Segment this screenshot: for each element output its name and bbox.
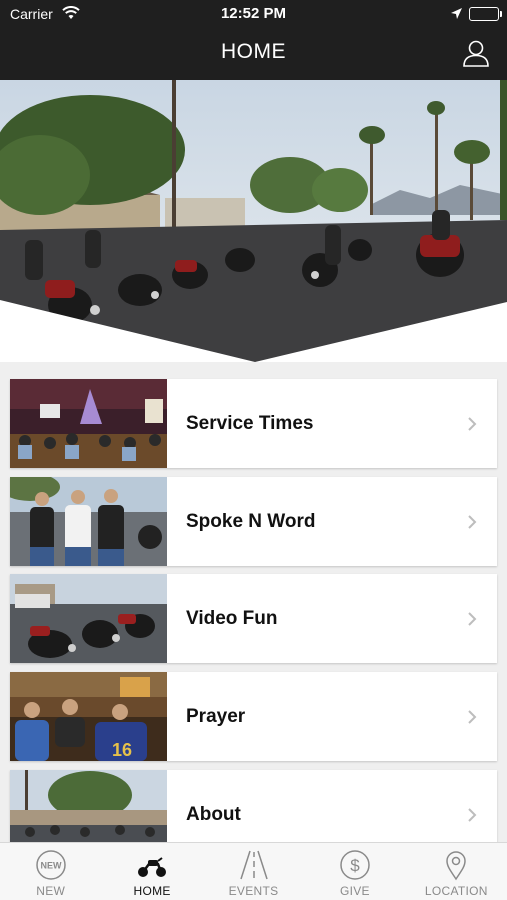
tab-new[interactable]: NEW NEW xyxy=(0,843,101,900)
chevron-right-icon xyxy=(468,709,477,724)
status-time: 12:52 PM xyxy=(220,5,287,22)
svg-text:16: 16 xyxy=(112,740,132,760)
menu-item-video-fun[interactable]: Video Fun xyxy=(10,574,497,663)
spoke-n-word-thumbnail xyxy=(10,477,167,566)
menu-item-label: Prayer xyxy=(186,705,246,727)
tab-label: EVENTS xyxy=(228,884,279,898)
chevron-right-icon xyxy=(468,416,477,431)
menu-item-label: Service Times xyxy=(186,412,314,434)
status-bar: Carrier 12:52 PM xyxy=(0,0,507,28)
prayer-thumbnail: 16 xyxy=(10,672,167,761)
tab-label: NEW xyxy=(36,884,66,898)
chevron-right-icon xyxy=(468,514,477,529)
battery-icon xyxy=(469,7,502,21)
menu-item-label: About xyxy=(186,803,241,825)
tab-bar: NEW NEW HOME EVENTS $ GIVE LOCATION xyxy=(0,842,507,900)
tab-label: HOME xyxy=(133,884,171,898)
new-badge-text: NEW xyxy=(40,861,62,871)
svg-text:$: $ xyxy=(350,856,360,875)
menu-list: Service Times Spoke N Word Video Fun 16 … xyxy=(0,362,507,842)
tab-label: LOCATION xyxy=(424,884,488,898)
about-thumbnail xyxy=(10,770,167,842)
menu-item-label: Video Fun xyxy=(186,607,278,629)
chevron-right-icon xyxy=(468,807,477,822)
road-icon xyxy=(239,850,268,880)
tab-give[interactable]: $ GIVE xyxy=(304,843,405,900)
menu-item-service-times[interactable]: Service Times xyxy=(10,379,497,468)
video-fun-thumbnail xyxy=(10,574,167,663)
tab-label: GIVE xyxy=(339,884,370,898)
tab-location[interactable]: LOCATION xyxy=(406,843,507,900)
location-pin-icon xyxy=(446,851,467,881)
new-badge-icon: NEW xyxy=(35,850,66,880)
motorcycle-icon xyxy=(138,857,167,877)
page-title: HOME xyxy=(221,40,286,63)
profile-button[interactable] xyxy=(461,38,491,68)
location-arrow-icon xyxy=(450,7,463,25)
tab-home[interactable]: HOME xyxy=(101,843,202,900)
hero-banner-image xyxy=(0,80,507,362)
user-icon xyxy=(463,40,489,67)
service-times-thumbnail xyxy=(10,379,167,468)
menu-item-prayer[interactable]: 16 Prayer xyxy=(10,672,497,761)
menu-item-about[interactable]: About xyxy=(10,770,497,842)
tab-events[interactable]: EVENTS xyxy=(203,843,304,900)
dollar-icon: $ xyxy=(340,850,370,880)
nav-bar: HOME xyxy=(0,28,507,80)
menu-item-label: Spoke N Word xyxy=(186,510,316,532)
menu-item-spoke-n-word[interactable]: Spoke N Word xyxy=(10,477,497,566)
chevron-right-icon xyxy=(468,611,477,626)
